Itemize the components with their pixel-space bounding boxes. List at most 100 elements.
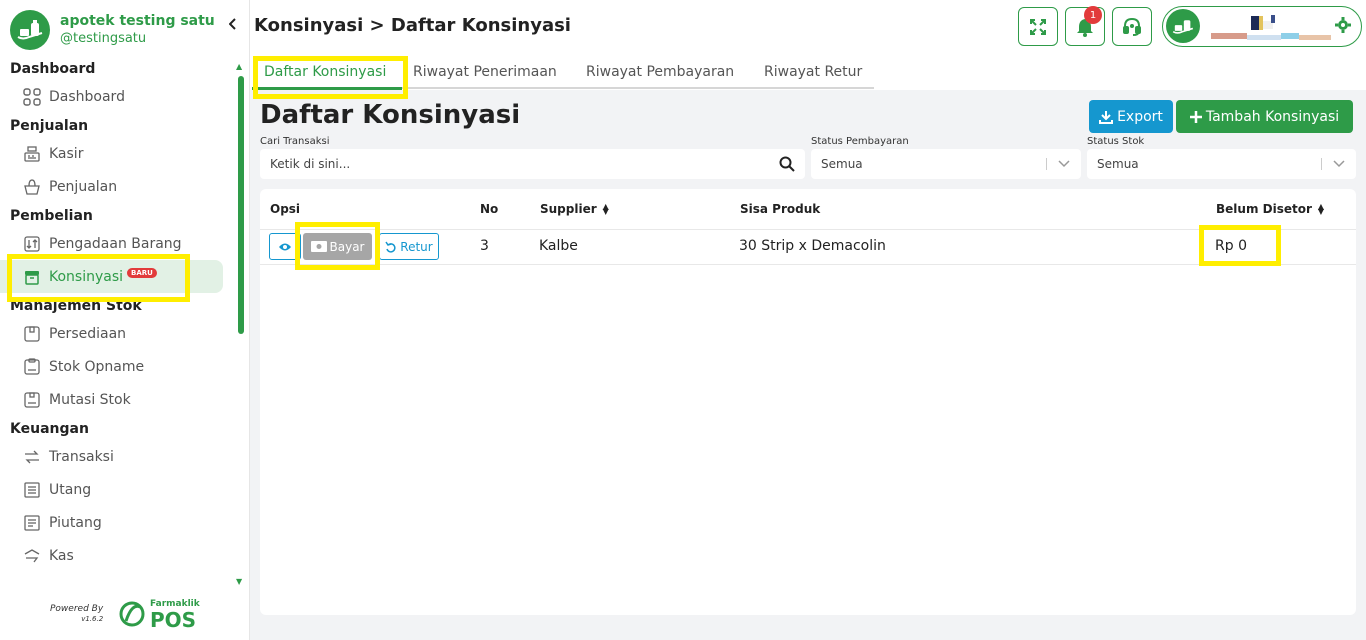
download-icon xyxy=(1099,110,1114,124)
transfer-box-icon xyxy=(22,390,42,410)
column-header-label: Supplier xyxy=(540,202,597,216)
sidebar-item-label: Konsinyasi xyxy=(49,268,124,285)
header-divider xyxy=(260,229,1356,230)
row-belum-disetor: Rp 0 xyxy=(1215,238,1247,254)
undo-icon xyxy=(385,241,396,253)
search-icon[interactable] xyxy=(779,156,795,175)
column-header-label: Belum Disetor xyxy=(1216,202,1312,216)
scrollbar-thumb[interactable] xyxy=(238,76,244,334)
notification-button[interactable]: 1 xyxy=(1065,6,1105,46)
sidebar-item-label: Persediaan xyxy=(49,325,127,342)
sidebar-item-label: Stok Opname xyxy=(49,358,145,375)
redacted-username-image xyxy=(1211,15,1331,40)
status-pembayaran-select[interactable]: Semua xyxy=(811,149,1081,179)
chevron-down-icon[interactable] xyxy=(1057,156,1071,173)
search-field[interactable]: Ketik di sini... xyxy=(260,149,805,179)
scroll-up-arrow-icon[interactable]: ▲ xyxy=(236,62,242,71)
powered-by: Powered By v1.6.2 xyxy=(50,604,103,624)
grid-icon xyxy=(22,87,42,107)
store-name: apotek testing satu xyxy=(60,13,215,29)
nav-section-keuangan: Keuangan xyxy=(10,421,89,437)
sidebar-item-piutang[interactable]: Piutang xyxy=(0,506,232,539)
sidebar-item-label: Utang xyxy=(49,481,92,498)
bayar-button[interactable]: Bayar xyxy=(303,233,372,260)
support-button[interactable] xyxy=(1112,7,1152,46)
status-stok-select[interactable]: Semua xyxy=(1087,149,1356,179)
collapse-sidebar-chevron-icon[interactable] xyxy=(228,18,237,34)
sidebar-item-label: Mutasi Stok xyxy=(49,391,131,408)
column-header-belum-disetor[interactable]: Belum Disetor ▲ ▼ xyxy=(1216,202,1324,216)
sidebar-item-penjualan[interactable]: Penjualan xyxy=(0,170,232,203)
sort-icon[interactable]: ▲ ▼ xyxy=(603,203,609,216)
sidebar-item-label: Kas xyxy=(49,547,74,564)
bayar-label: Bayar xyxy=(329,239,365,254)
sidebar-item-label: Penjualan xyxy=(49,178,118,195)
package-icon xyxy=(22,324,42,344)
sidebar-scrollbar[interactable]: ▲ ▼ xyxy=(236,62,246,586)
tab-daftar-konsinyasi[interactable]: Daftar Konsinyasi xyxy=(264,64,386,80)
export-label: Export xyxy=(1117,108,1163,125)
sidebar-item-dashboard[interactable]: Dashboard xyxy=(0,80,232,113)
nav-section-manajemen-stok: Manajemen Stok xyxy=(10,298,142,314)
sidebar-item-pengadaan-barang[interactable]: Pengadaan Barang xyxy=(0,227,232,260)
eye-icon xyxy=(279,243,291,250)
nav-section-dashboard: Dashboard xyxy=(10,61,96,77)
sidebar-item-persediaan[interactable]: Persediaan xyxy=(0,317,232,350)
sidebar-item-label: Piutang xyxy=(49,514,102,531)
chevron-down-icon[interactable] xyxy=(1332,156,1346,173)
add-konsinyasi-label: Tambah Konsinyasi xyxy=(1205,108,1340,125)
add-konsinyasi-button[interactable]: Tambah Konsinyasi xyxy=(1176,100,1353,133)
tab-riwayat-pembayaran[interactable]: Riwayat Pembayaran xyxy=(586,64,734,80)
sidebar-item-kas[interactable]: Kas xyxy=(0,539,232,572)
ledger-icon xyxy=(22,480,42,500)
sidebar-item-kasir[interactable]: Kasir xyxy=(0,137,232,170)
export-button[interactable]: Export xyxy=(1089,100,1173,133)
avatar xyxy=(1166,9,1200,43)
sidebar-item-konsinyasi[interactable]: Konsinyasi BARU xyxy=(0,260,223,293)
sidebar-item-label: Kasir xyxy=(49,145,84,162)
sidebar-item-stok-opname[interactable]: Stok Opname xyxy=(0,350,232,383)
view-button[interactable] xyxy=(269,233,301,260)
clipboard-icon xyxy=(22,357,42,377)
sidebar-item-transaksi[interactable]: Transaksi xyxy=(0,440,232,473)
gear-icon[interactable] xyxy=(1335,17,1351,37)
column-header-supplier[interactable]: Supplier ▲ ▼ xyxy=(540,202,609,216)
top-bar: Konsinyasi > Daftar Konsinyasi 1 xyxy=(250,0,1366,54)
tab-riwayat-penerimaan[interactable]: Riwayat Penerimaan xyxy=(413,64,557,80)
scroll-down-arrow-icon[interactable]: ▼ xyxy=(236,577,242,586)
status-stok-value: Semua xyxy=(1097,157,1139,171)
select-separator xyxy=(1046,158,1047,170)
new-badge: BARU xyxy=(127,267,157,278)
pharmacy-logo-icon xyxy=(1172,20,1194,34)
profile-menu[interactable] xyxy=(1162,6,1362,47)
tab-riwayat-retur[interactable]: Riwayat Retur xyxy=(764,64,862,80)
sidebar-item-label: Pengadaan Barang xyxy=(49,235,182,252)
tab-bar: Daftar Konsinyasi Riwayat Penerimaan Riw… xyxy=(250,54,1366,90)
breadcrumb: Konsinyasi > Daftar Konsinyasi xyxy=(254,15,571,36)
search-placeholder: Ketik di sini... xyxy=(270,157,351,171)
retur-button[interactable]: Retur xyxy=(379,233,439,260)
cash-icon xyxy=(22,546,42,566)
fullscreen-button[interactable] xyxy=(1018,7,1058,46)
column-header-sisa-produk: Sisa Produk xyxy=(740,202,821,216)
nav-section-penjualan: Penjualan xyxy=(10,118,89,134)
farmaklik-pos-logo: Farmaklik POS xyxy=(118,598,200,630)
sidebar-item-label: Transaksi xyxy=(49,448,114,465)
active-tab-indicator xyxy=(252,87,402,90)
status-pembayaran-value: Semua xyxy=(821,157,863,171)
brand: apotek testing satu @testingsatu xyxy=(10,10,215,50)
search-label: Cari Transaksi xyxy=(260,136,330,147)
sidebar-nav: Dashboard Dashboard Penjualan Kasir Penj… xyxy=(0,56,232,586)
select-separator xyxy=(1321,158,1322,170)
notification-count-badge: 1 xyxy=(1084,6,1102,24)
sidebar-item-mutasi-stok[interactable]: Mutasi Stok xyxy=(0,383,232,416)
row-divider xyxy=(260,264,1356,265)
pharmacy-logo-icon xyxy=(10,10,50,50)
fullscreen-icon xyxy=(1030,18,1046,35)
konsinyasi-table: Opsi No Supplier ▲ ▼ Sisa Produk Belum Di… xyxy=(260,189,1356,615)
app-version: v1.6.2 xyxy=(81,615,104,623)
row-no: 3 xyxy=(480,238,489,254)
sort-icon[interactable]: ▲ ▼ xyxy=(1318,203,1324,216)
sidebar-item-utang[interactable]: Utang xyxy=(0,473,232,506)
headset-icon xyxy=(1123,17,1141,36)
